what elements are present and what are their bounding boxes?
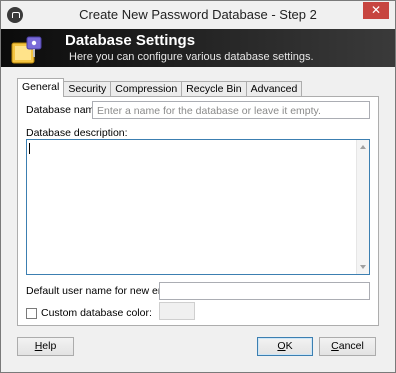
custom-color-button[interactable]: [159, 302, 195, 320]
dialog-window: Create New Password Database - Step 2 ✕ …: [0, 0, 396, 373]
vertical-scrollbar[interactable]: [356, 140, 369, 274]
close-button[interactable]: ✕: [363, 2, 389, 19]
window-title: Create New Password Database - Step 2: [79, 7, 317, 22]
banner-title: Database Settings: [65, 32, 196, 49]
database-name-placeholder: Enter a name for the database or leave i…: [97, 105, 321, 117]
tab-recycle-bin[interactable]: Recycle Bin: [181, 81, 247, 97]
cancel-accel: C: [331, 340, 339, 352]
custom-color-checkbox[interactable]: [26, 308, 37, 319]
cancel-label-rest: ancel: [338, 340, 364, 352]
tab-strip: General Security Compression Recycle Bin…: [17, 78, 303, 97]
ok-button[interactable]: OK: [257, 337, 313, 356]
keepass-database-icon: [11, 36, 42, 64]
cancel-button[interactable]: Cancel: [319, 337, 376, 356]
header-banner: Database Settings Here you can configure…: [1, 29, 395, 67]
banner-subtitle: Here you can configure various database …: [69, 51, 314, 63]
tab-compression[interactable]: Compression: [110, 81, 183, 97]
scroll-up-arrow-icon[interactable]: [360, 145, 366, 149]
scroll-down-arrow-icon[interactable]: [360, 265, 366, 269]
general-tab-panel: Database name: Enter a name for the data…: [17, 96, 379, 326]
default-user-name-input[interactable]: [159, 282, 370, 300]
custom-color-label[interactable]: Custom database color:: [41, 307, 152, 319]
title-bar: Create New Password Database - Step 2 ✕: [1, 1, 395, 29]
database-description-textarea[interactable]: [26, 139, 370, 275]
help-button[interactable]: Help: [17, 337, 74, 356]
tab-advanced[interactable]: Advanced: [245, 81, 303, 97]
ok-accel: O: [277, 340, 286, 352]
help-label-rest: elp: [42, 340, 57, 352]
database-description-label: Database description:: [26, 127, 128, 139]
ok-label-rest: K: [285, 340, 293, 352]
tab-security[interactable]: Security: [63, 81, 112, 97]
tab-general[interactable]: General: [17, 78, 65, 97]
database-name-input[interactable]: Enter a name for the database or leave i…: [92, 101, 370, 119]
text-caret: [29, 143, 30, 154]
